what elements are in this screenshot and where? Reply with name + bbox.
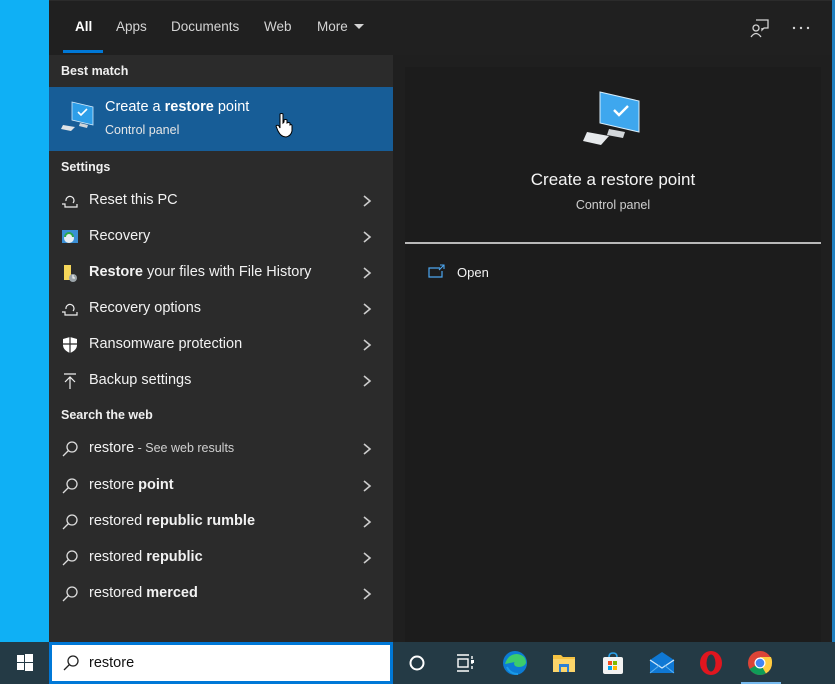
settings-item-label: Recovery options bbox=[89, 300, 202, 316]
web-suggestion-label: restore point bbox=[89, 477, 174, 493]
preview-subtitle: Control panel bbox=[575, 198, 651, 212]
chrome-icon[interactable] bbox=[747, 650, 773, 676]
chevron-right-icon bbox=[363, 588, 372, 600]
web-suggestion[interactable]: restored republic rumble bbox=[49, 504, 393, 540]
computer-check-icon bbox=[61, 101, 94, 131]
chevron-right-icon bbox=[363, 195, 372, 207]
recovery-options-icon bbox=[62, 303, 78, 316]
preview-pane: Create a restore point Control panel Ope… bbox=[405, 67, 821, 643]
web-suggestion-label: restore - See web results bbox=[89, 440, 235, 456]
web-suggestion[interactable]: restored merced bbox=[49, 576, 393, 612]
file-explorer-icon[interactable] bbox=[551, 650, 577, 676]
chevron-right-icon bbox=[363, 516, 372, 528]
search-input-value: restore bbox=[89, 655, 135, 671]
best-match-header: Best match bbox=[61, 64, 129, 78]
search-panel: All Apps Documents Web More Best match C… bbox=[49, 0, 832, 643]
search-tabs-bar: All Apps Documents Web More bbox=[49, 1, 832, 55]
chevron-right-icon bbox=[363, 267, 372, 279]
start-button[interactable] bbox=[0, 642, 49, 684]
task-view-icon[interactable] bbox=[452, 650, 478, 676]
more-options-icon[interactable] bbox=[790, 17, 812, 39]
results-list: Best match Create a restore point Contro… bbox=[49, 55, 393, 643]
web-suggestion[interactable]: restore - See web results bbox=[49, 431, 393, 467]
chevron-right-icon bbox=[363, 339, 372, 351]
preview-divider bbox=[405, 242, 821, 244]
tab-more-label: More bbox=[317, 19, 348, 34]
settings-item-ransomware-protection[interactable]: Ransomware protection bbox=[49, 327, 393, 363]
desktop-background bbox=[0, 0, 49, 642]
taskbar: restore bbox=[0, 642, 835, 684]
microsoft-store-icon[interactable] bbox=[600, 650, 626, 676]
settings-item-reset-pc[interactable]: Reset this PC bbox=[49, 183, 393, 219]
mail-icon[interactable] bbox=[649, 650, 675, 676]
backup-upload-icon bbox=[64, 373, 76, 389]
chevron-right-icon bbox=[363, 552, 372, 564]
recovery-icon bbox=[62, 230, 78, 243]
search-icon bbox=[62, 550, 78, 566]
settings-item-label: Restore your files with File History bbox=[89, 264, 312, 280]
settings-item-label: Reset this PC bbox=[89, 192, 178, 208]
search-icon bbox=[62, 478, 78, 494]
chevron-right-icon bbox=[363, 303, 372, 315]
chevron-right-icon bbox=[363, 231, 372, 243]
tab-more[interactable]: More bbox=[317, 19, 364, 34]
search-icon bbox=[62, 441, 78, 457]
tab-documents[interactable]: Documents bbox=[171, 19, 239, 34]
best-match-result[interactable]: Create a restore point Control panel bbox=[49, 87, 393, 151]
settings-item-file-history[interactable]: Restore your files with File History bbox=[49, 255, 393, 291]
cortana-icon[interactable] bbox=[404, 650, 430, 676]
settings-item-label: Backup settings bbox=[89, 372, 192, 388]
file-history-icon bbox=[64, 265, 77, 282]
search-icon bbox=[62, 586, 78, 602]
tab-apps[interactable]: Apps bbox=[116, 19, 147, 34]
chevron-right-icon bbox=[363, 480, 372, 492]
computer-check-icon bbox=[583, 91, 640, 145]
web-suggestion-label: restored republic bbox=[89, 549, 203, 565]
tab-web[interactable]: Web bbox=[264, 19, 292, 34]
settings-item-recovery[interactable]: Recovery bbox=[49, 219, 393, 255]
chevron-right-icon bbox=[363, 375, 372, 387]
settings-item-backup-settings[interactable]: Backup settings bbox=[49, 363, 393, 399]
search-icon bbox=[62, 514, 78, 530]
search-web-header: Search the web bbox=[61, 408, 153, 422]
preview-title: Create a restore point bbox=[530, 170, 696, 189]
caret-down-icon bbox=[353, 23, 364, 29]
feedback-icon[interactable] bbox=[749, 17, 771, 39]
chevron-right-icon bbox=[363, 443, 372, 455]
hand-cursor-icon bbox=[275, 113, 293, 138]
settings-header: Settings bbox=[61, 160, 111, 174]
settings-item-label: Recovery bbox=[89, 228, 151, 244]
web-suggestion[interactable]: restored republic bbox=[49, 540, 393, 576]
web-suggestion-label: restored merced bbox=[89, 585, 198, 601]
windows-logo-icon bbox=[17, 654, 33, 671]
best-match-title: Create a restore point bbox=[105, 99, 250, 115]
edge-icon[interactable] bbox=[502, 650, 528, 676]
settings-item-recovery-options[interactable]: Recovery options bbox=[49, 291, 393, 327]
web-suggestion[interactable]: restore point bbox=[49, 468, 393, 504]
reset-pc-icon bbox=[62, 195, 78, 208]
search-icon bbox=[63, 655, 79, 671]
open-icon bbox=[428, 264, 445, 278]
best-match-subtitle: Control panel bbox=[105, 123, 180, 137]
taskbar-search-box[interactable]: restore bbox=[49, 642, 393, 684]
active-tab-indicator bbox=[63, 50, 103, 53]
opera-icon[interactable] bbox=[698, 650, 724, 676]
open-action[interactable]: Open bbox=[425, 262, 625, 286]
web-suggestion-label: restored republic rumble bbox=[89, 513, 256, 529]
tab-all[interactable]: All bbox=[75, 19, 92, 34]
open-label: Open bbox=[457, 265, 489, 280]
settings-item-label: Ransomware protection bbox=[89, 336, 243, 352]
shield-icon bbox=[63, 337, 77, 353]
